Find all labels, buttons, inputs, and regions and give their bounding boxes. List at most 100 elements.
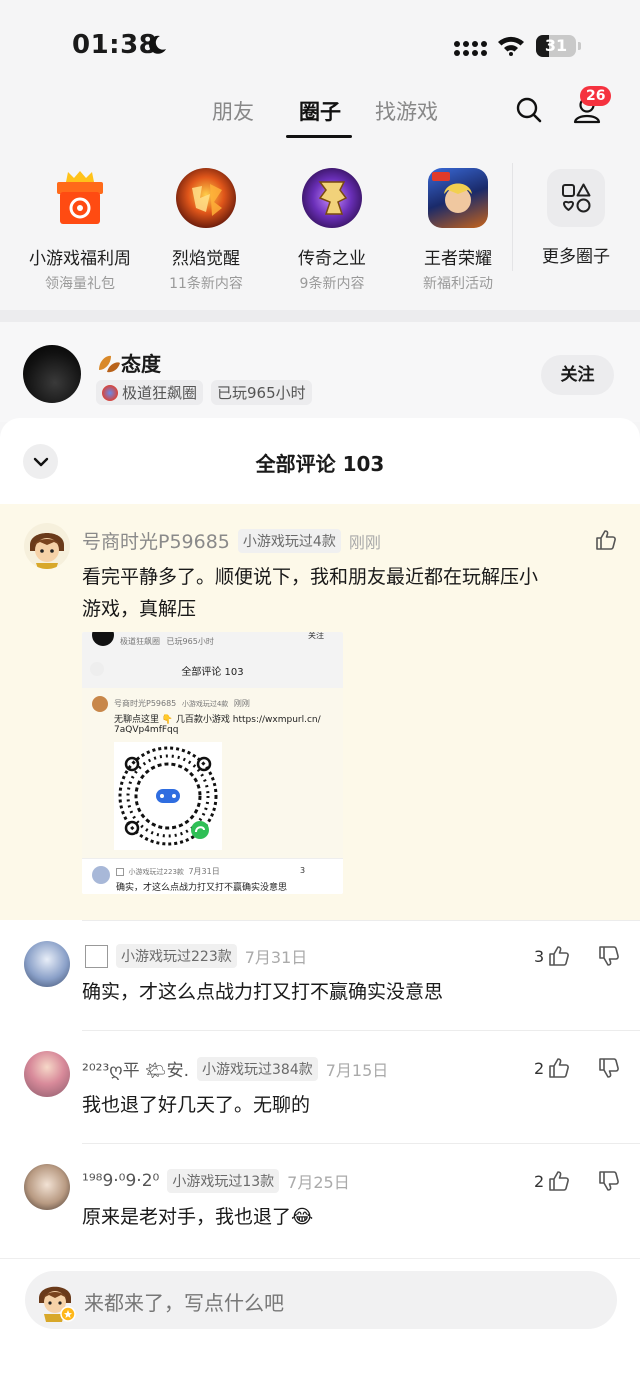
- embed-text-2: 7aQVp4mfFqq: [114, 725, 179, 735]
- tab-find-games[interactable]: 找游戏: [375, 96, 438, 126]
- embed-time: 刚刚: [233, 699, 250, 708]
- commenter-avatar[interactable]: [24, 1051, 70, 1097]
- embed-text-1: 无聊点这里 👇 几百款小游戏 https://wxmpurl.cn/: [114, 715, 321, 725]
- thumbs-down-icon[interactable]: [598, 945, 620, 967]
- search-icon[interactable]: [515, 96, 543, 124]
- embed-empty-box: [116, 867, 124, 876]
- circle-name: 传奇之业: [298, 249, 366, 269]
- thumbs-up-icon[interactable]: [548, 1057, 570, 1079]
- commenter-avatar[interactable]: [24, 523, 70, 569]
- circle-subtitle: 9条新内容: [299, 276, 365, 292]
- commenter-avatar[interactable]: [24, 1164, 70, 1210]
- thumbs-down-icon[interactable]: [598, 1057, 620, 1079]
- circle-subtitle: 新福利活动: [423, 276, 493, 292]
- comment-header: ¹⁹⁸9·⁰9·2⁰ 小游戏玩过13款 7月25日: [82, 1169, 350, 1193]
- more-circles-label: 更多圈子: [542, 247, 610, 267]
- input-placeholder[interactable]: 来都来了，写点什么吧: [84, 1287, 284, 1316]
- comment-image[interactable]: 极道狂飙圈 已玩965小时 关注 全部评论 103 号商时光P59685 小游戏…: [82, 632, 343, 894]
- thumbs-up-icon[interactable]: [548, 1170, 570, 1192]
- commenter-name[interactable]: ¹⁹⁸9·⁰9·2⁰: [82, 1171, 159, 1191]
- comment-text: 我也退了好几天了。无聊的: [82, 1094, 311, 1116]
- qr-code: [114, 742, 222, 850]
- comment-time: 7月15日: [325, 1060, 389, 1080]
- author-name: 态度: [121, 352, 161, 376]
- status-time: 01:38: [72, 30, 158, 60]
- comment-divider: [82, 920, 640, 921]
- played-games-tag: 小游戏玩过384款: [197, 1056, 318, 1081]
- circle-subtitle: 领海量礼包: [45, 276, 115, 292]
- more-circles-button[interactable]: 更多圈子: [511, 168, 640, 267]
- thumbs-down-icon[interactable]: [598, 1170, 620, 1192]
- author-avatar[interactable]: [23, 345, 81, 403]
- follow-button[interactable]: 关注: [541, 355, 614, 395]
- input-divider: [0, 1258, 640, 1259]
- embed-meta-circle: 极道狂飙圈: [120, 637, 160, 646]
- circle-subtitle: 11条新内容: [169, 276, 243, 292]
- commenter-name[interactable]: ²⁰²³ღ平 🌤安.: [82, 1056, 189, 1081]
- notification-badge: 26: [580, 86, 612, 106]
- circle-item-honor[interactable]: 王者荣耀 新福利活动: [393, 168, 523, 293]
- leaf-icon: [99, 355, 120, 372]
- comment-header: 号商时光P59685 小游戏玩过4款 刚刚: [82, 527, 381, 554]
- comment-header: ²⁰²³ღ平 🌤安. 小游戏玩过384款 7月15日: [82, 1056, 388, 1081]
- embed-commenter2-avatar: [92, 866, 110, 884]
- comment-text: 看完平静多了。顺便说下，我和朋友最近都在玩解压小 游戏，真解压: [82, 561, 622, 625]
- game-dragon-icon: [302, 168, 362, 228]
- commenter-name[interactable]: 号商时光P59685: [82, 527, 230, 554]
- commenter-avatar[interactable]: [24, 941, 70, 987]
- embed-meta-playtime: 已玩965小时: [166, 637, 214, 646]
- comments-title: 全部评论 103: [255, 452, 385, 476]
- comment-actions: 2: [534, 1170, 620, 1192]
- played-games-tag: 小游戏玩过223款: [116, 944, 237, 968]
- my-avatar: [34, 1278, 76, 1322]
- active-tab-indicator: [286, 135, 352, 138]
- embed-follow: 关注: [308, 632, 324, 640]
- empty-name-box: [85, 944, 108, 968]
- embed-c2-text: 确实，才这么点战力打又打不赢确实没意思: [116, 883, 288, 893]
- battery-level: 31: [544, 36, 568, 55]
- circle-badge-icon: [102, 384, 118, 401]
- embed-meta: 极道狂飙圈 已玩965小时: [120, 636, 214, 647]
- circle-name: 烈焰觉醒: [172, 249, 240, 269]
- like-count: 2: [534, 1058, 545, 1078]
- circle-item-welfare[interactable]: 小游戏福利周 领海量礼包: [15, 168, 145, 293]
- comment-text: 原来是老对手，我也退了😂: [82, 1206, 314, 1228]
- tab-friends[interactable]: 朋友: [212, 96, 254, 126]
- comment-text-line: 看完平静多了。顺便说下，我和朋友最近都在玩解压小: [82, 566, 539, 588]
- played-games-tag: 小游戏玩过13款: [167, 1169, 280, 1193]
- comment-actions: 2: [534, 1057, 620, 1079]
- circle-item-flame[interactable]: 烈焰觉醒 11条新内容: [141, 168, 271, 293]
- chevron-down-icon: [33, 457, 48, 466]
- author-meta: 极道狂飙圈 已玩965小时: [96, 380, 312, 405]
- circle-pill[interactable]: 极道狂飙圈: [96, 380, 204, 405]
- game-hero-icon: [428, 168, 488, 228]
- cellular-signal-icon: [454, 41, 487, 56]
- comment-actions: 3: [534, 945, 620, 967]
- gift-box-icon: [50, 168, 110, 228]
- embed-tag: 小游戏玩过4款: [181, 700, 229, 708]
- circle-name: 小游戏福利周: [29, 249, 131, 269]
- game-flame-icon: [176, 168, 236, 228]
- tab-circle[interactable]: 圈子: [299, 96, 341, 126]
- section-gap: [0, 310, 640, 322]
- comment-divider: [82, 1143, 640, 1144]
- embed-commenter-name: 号商时光P59685: [114, 699, 177, 708]
- circle-name: 王者荣耀: [424, 249, 492, 269]
- thumbs-up-icon[interactable]: [548, 945, 570, 967]
- like-count: 3: [534, 946, 545, 966]
- embed-c2-likes: 3: [300, 866, 306, 875]
- comment-divider: [82, 1030, 640, 1031]
- author-name-row[interactable]: 态度: [97, 348, 161, 377]
- embed-c2-tag: 小游戏玩过223款: [128, 868, 184, 876]
- comment-time: 刚刚: [348, 532, 381, 552]
- embed-commenter-avatar: [92, 696, 108, 712]
- embed-comment-head: 号商时光P59685 小游戏玩过4款 刚刚: [114, 698, 250, 709]
- comment-text: 确实，才这么点战力打又打不赢确实没意思: [82, 981, 444, 1003]
- playtime-pill: 已玩965小时: [211, 380, 312, 405]
- comment-header: 小游戏玩过223款 7月31日: [85, 944, 307, 968]
- played-games-tag: 小游戏玩过4款: [237, 528, 341, 553]
- circle-item-legend[interactable]: 传奇之业 9条新内容: [267, 168, 397, 293]
- comment-time: 7月31日: [244, 948, 308, 967]
- collapse-button[interactable]: [23, 444, 58, 479]
- thumbs-up-icon[interactable]: [595, 529, 617, 551]
